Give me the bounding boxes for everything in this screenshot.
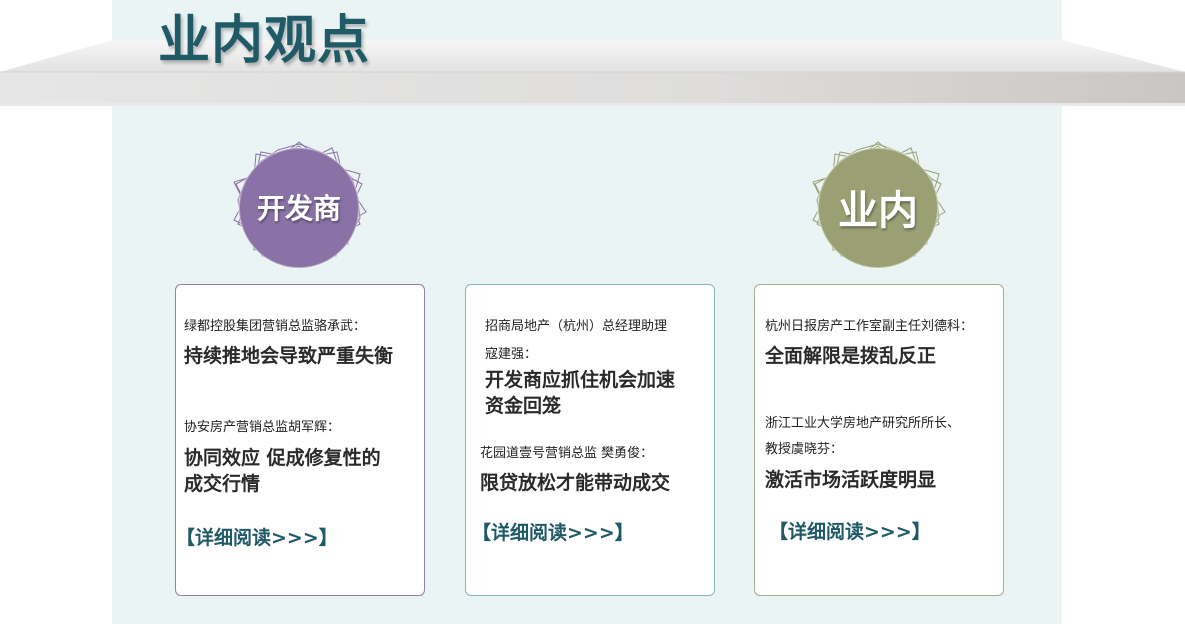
developer-opinions-card-2: 招商局地产（杭州）总经理助理 寇建强： 开发商应抓住机会加速 资金回笼 花园道壹… — [465, 284, 715, 596]
speaker-name: 绿都控股集团营销总监骆承武： — [184, 319, 367, 334]
speaker-name: 浙江工业大学房地产研究所所长、 教授虞晓芬： — [765, 416, 961, 457]
speaker-name: 协安房产营销总监胡军辉： — [184, 420, 341, 435]
read-more-link[interactable]: 【详细阅读>>>】 — [472, 518, 634, 545]
opinion-quote: 限贷放松才能带动成交 — [480, 472, 671, 494]
developer-opinions-card: 绿都控股集团营销总监骆承武： 持续推地会导致严重失衡 协安房产营销总监胡军辉： … — [175, 284, 425, 596]
read-more-link[interactable]: 【详细阅读>>>】 — [176, 523, 338, 550]
page-title: 业内观点 — [158, 11, 371, 71]
speaker-name: 招商局地产（杭州）总经理助理 寇建强： — [485, 319, 668, 362]
read-more-link[interactable]: 【详细阅读>>>】 — [769, 517, 931, 544]
opinion-quote: 持续推地会导致严重失衡 — [184, 345, 394, 367]
speaker-name: 杭州日报房产工作室副主任刘德科： — [765, 319, 974, 334]
opinion-quote: 激活市场活跃度明显 — [765, 469, 937, 491]
industry-badge: 业内 — [803, 134, 953, 284]
badge-label: 开发商 — [256, 192, 341, 225]
speaker-name: 花园道壹号营销总监 樊勇俊： — [480, 446, 654, 461]
badge-label: 业内 — [838, 188, 918, 234]
industry-opinions-card: 杭州日报房产工作室副主任刘德科： 全面解限是拨乱反正 浙江工业大学房地产研究所所… — [754, 284, 1004, 596]
developer-badge: 开发商 — [224, 134, 374, 284]
opinion-quote: 开发商应抓住机会加速 资金回笼 — [485, 369, 676, 417]
opinion-quote: 全面解限是拨乱反正 — [765, 345, 937, 367]
opinion-quote: 协同效应 促成修复性的 成交行情 — [184, 447, 381, 495]
